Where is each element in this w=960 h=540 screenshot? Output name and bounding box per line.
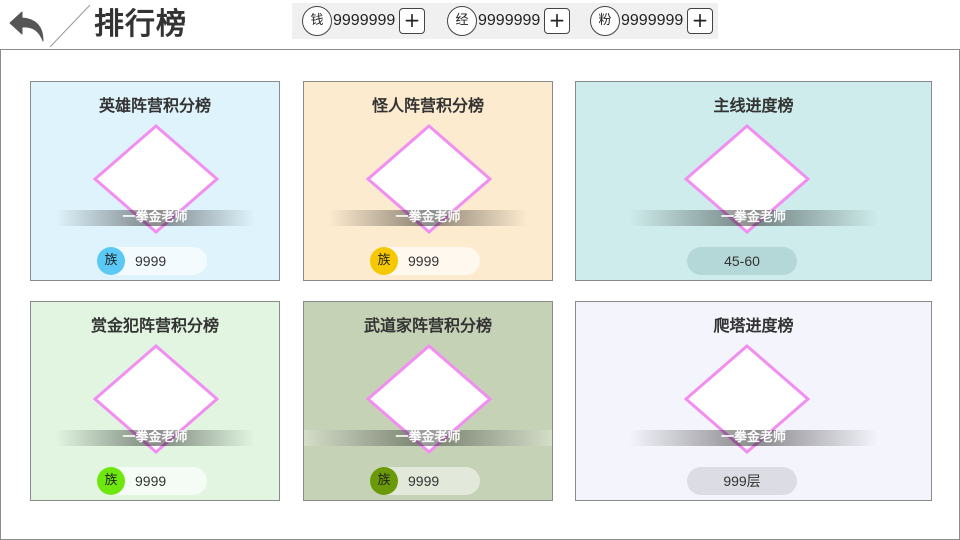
top-player-name: 一拳金老师 xyxy=(720,210,786,225)
exp-value: 9999999 xyxy=(478,12,541,29)
score-value: 9999 xyxy=(135,473,167,489)
clan-badge-icon: 族 xyxy=(97,467,125,495)
leaderboard-card-hero[interactable]: 英雄阵营积分榜 一拳金老师 族 9999 xyxy=(30,81,280,281)
card-title: 武道家阵营积分榜 xyxy=(363,316,492,335)
card-title: 爬塔进度榜 xyxy=(713,316,794,335)
top-player-name: 一拳金老师 xyxy=(395,210,461,225)
add-fans-button[interactable]: + xyxy=(687,8,713,34)
money-value: 9999999 xyxy=(333,12,396,29)
title-divider xyxy=(49,4,91,48)
score-value: 9999 xyxy=(135,253,167,269)
money-icon: 钱 xyxy=(302,6,332,36)
top-player-name: 一拳金老师 xyxy=(122,430,188,445)
leaderboard-card-martial[interactable]: 武道家阵营积分榜 一拳金老师 族 9999 xyxy=(303,301,553,501)
card-title: 怪人阵营积分榜 xyxy=(371,96,484,115)
add-exp-button[interactable]: + xyxy=(544,8,570,34)
currency-bar: 钱 9999999 + 经 9999999 + 粉 9999999 + xyxy=(292,3,718,39)
top-player-name: 一拳金老师 xyxy=(720,430,786,445)
score-value: 9999 xyxy=(408,473,440,489)
score-value: 9999 xyxy=(408,253,440,269)
leaderboard-card-monster[interactable]: 怪人阵营积分榜 一拳金老师 族 9999 xyxy=(303,81,553,281)
clan-badge-icon: 族 xyxy=(370,247,398,275)
card-title: 主线进度榜 xyxy=(713,96,794,115)
fans-value: 9999999 xyxy=(621,12,684,29)
top-player-name: 一拳金老师 xyxy=(395,430,461,445)
clan-badge-icon: 族 xyxy=(370,467,398,495)
clan-badge-icon: 族 xyxy=(97,247,125,275)
leaderboard-card-main-progress[interactable]: 主线进度榜 一拳金老师 45-60 xyxy=(575,81,932,281)
back-button[interactable] xyxy=(8,8,48,44)
add-money-button[interactable]: + xyxy=(399,8,425,34)
page-title: 排行榜 xyxy=(94,7,187,42)
progress-range: 45-60 xyxy=(687,247,797,275)
back-arrow-icon xyxy=(9,11,44,42)
exp-icon: 经 xyxy=(447,6,477,36)
top-player-name: 一拳金老师 xyxy=(122,210,188,225)
card-title: 英雄阵营积分榜 xyxy=(98,96,211,115)
fans-icon: 粉 xyxy=(590,6,620,36)
top-bar: 排行榜 钱 9999999 + 经 9999999 + 粉 9999999 + xyxy=(0,0,960,50)
card-title: 赏金犯阵营积分榜 xyxy=(90,316,219,335)
progress-range: 999层 xyxy=(687,467,797,495)
leaderboard-card-tower-progress[interactable]: 爬塔进度榜 一拳金老师 999层 xyxy=(575,301,932,501)
leaderboard-card-bounty[interactable]: 赏金犯阵营积分榜 一拳金老师 族 9999 xyxy=(30,301,280,501)
